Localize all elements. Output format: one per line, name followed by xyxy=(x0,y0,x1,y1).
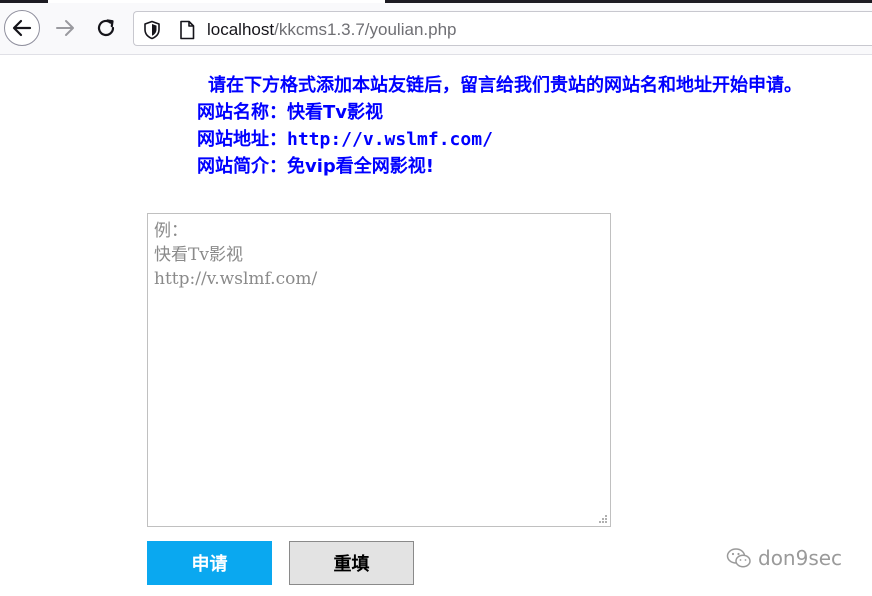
site-desc-value: 免vip看全网影视! xyxy=(287,156,434,177)
reload-button[interactable] xyxy=(88,10,124,46)
resize-grip-icon[interactable] xyxy=(597,513,608,524)
arrow-right-icon xyxy=(56,20,74,36)
back-button[interactable] xyxy=(4,10,40,46)
site-desc-label: 网站简介： xyxy=(197,156,287,177)
url-text[interactable]: localhost/kkcms1.3.7/youlian.php xyxy=(207,20,457,40)
friend-link-notice: 请在下方格式添加本站友链后，留言给我们贵站的网站名和地址开始申请。 网站名称：快… xyxy=(197,72,802,180)
page-icon[interactable] xyxy=(179,20,195,44)
site-url-label: 网站地址： xyxy=(197,129,287,150)
url-path: /kkcms1.3.7/youlian.php xyxy=(274,20,457,39)
site-name-line: 网站名称：快看Tv影视 xyxy=(197,99,802,126)
browser-toolbar: localhost/kkcms1.3.7/youlian.php xyxy=(0,3,872,55)
site-name-value: 快看Tv影视 xyxy=(287,102,384,123)
site-url-value: http://v.wslmf.com/ xyxy=(287,129,493,150)
shield-icon[interactable] xyxy=(143,20,161,44)
wechat-icon xyxy=(726,548,751,568)
reset-button[interactable]: 重填 xyxy=(289,541,414,585)
site-desc-line: 网站简介：免vip看全网影视! xyxy=(197,153,802,180)
application-message-textarea[interactable] xyxy=(147,213,611,527)
notice-intro: 请在下方格式添加本站友链后，留言给我们贵站的网站名和地址开始申请。 xyxy=(208,75,802,96)
arrow-left-icon xyxy=(12,19,32,37)
watermark-text: don9sec xyxy=(758,546,843,570)
watermark: don9sec xyxy=(726,546,842,570)
forward-button[interactable] xyxy=(47,10,83,46)
site-name-label: 网站名称： xyxy=(197,102,287,123)
submit-button[interactable]: 申请 xyxy=(147,541,272,585)
reload-icon xyxy=(97,19,115,37)
site-url-line: 网站地址：http://v.wslmf.com/ xyxy=(197,126,802,153)
url-host: localhost xyxy=(207,20,275,39)
address-bar[interactable]: localhost/kkcms1.3.7/youlian.php xyxy=(133,11,872,46)
